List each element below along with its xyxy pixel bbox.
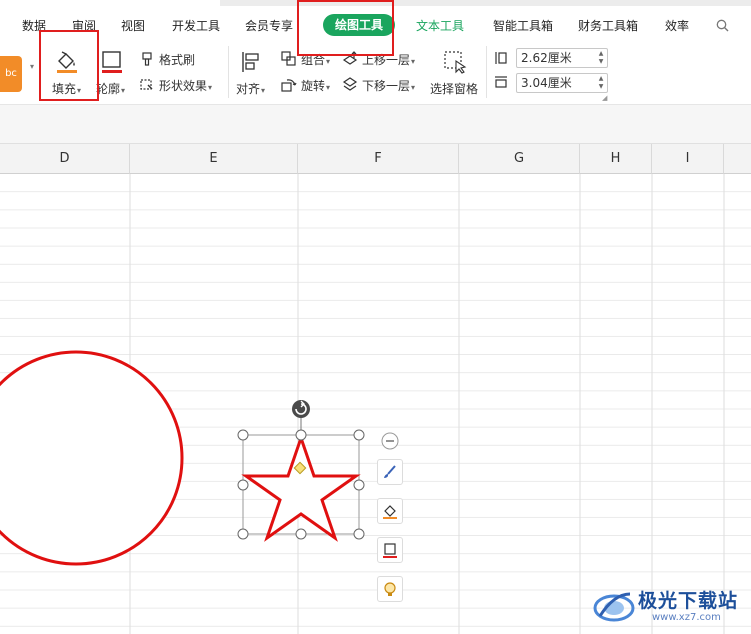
bring-forward-caret: ▾ xyxy=(411,57,416,66)
bring-forward-icon xyxy=(342,51,358,65)
rotate-handle-icon[interactable] xyxy=(292,400,310,418)
paint-bucket-icon xyxy=(57,51,77,73)
tab-smart-toolbox[interactable]: 智能工具箱 xyxy=(493,17,553,35)
align-label: 对齐 xyxy=(236,82,261,96)
rotate-button[interactable]: 旋转▾ xyxy=(281,76,335,94)
tab-efficiency[interactable]: 效率 xyxy=(665,17,689,35)
tab-data[interactable]: 数据 xyxy=(22,17,46,35)
search-icon xyxy=(716,19,729,32)
send-backward-button[interactable]: 下移一层▾ xyxy=(342,76,422,94)
ribbon-separator xyxy=(228,46,229,98)
column-header-f[interactable]: F xyxy=(298,144,459,174)
brush-icon xyxy=(384,465,396,478)
outline-dropdown-caret: ▾ xyxy=(121,86,126,95)
search-button[interactable] xyxy=(716,17,751,35)
align-caret: ▾ xyxy=(261,86,266,95)
quick-outline-button[interactable] xyxy=(377,537,403,563)
group-label: 组合 xyxy=(301,53,326,67)
selection-pane-icon xyxy=(444,51,467,74)
shape-style-sample[interactable]: bc xyxy=(0,56,22,92)
collapse-toolbar-icon[interactable] xyxy=(381,432,399,450)
ribbon-separator xyxy=(486,46,487,98)
group-button[interactable]: 组合▾ xyxy=(281,50,335,68)
send-backward-icon xyxy=(342,77,358,91)
spreadsheet-app: 数据 审阅 视图 开发工具 会员专享 绘图工具 文本工具 智能工具箱 财务工具箱… xyxy=(0,0,751,634)
formula-bar-area xyxy=(0,104,751,144)
fill-label: 填充 xyxy=(52,82,77,96)
column-header-h[interactable]: H xyxy=(580,144,652,174)
shape-effect-label: 形状效果 xyxy=(159,79,208,93)
shape-width-input[interactable]: 3.04厘米 ▲ ▼ xyxy=(516,73,608,93)
outline-label: 轮廓 xyxy=(96,82,121,96)
group-caret: ▾ xyxy=(326,57,331,66)
lightbulb-icon xyxy=(384,582,396,596)
paint-bucket-icon xyxy=(383,505,397,519)
quick-idea-button[interactable] xyxy=(377,576,403,602)
tab-review[interactable]: 审阅 xyxy=(72,17,96,35)
format-brush-icon xyxy=(142,52,152,66)
shape-effect-button[interactable]: 形状效果▾ xyxy=(140,76,220,94)
format-brush-label: 格式刷 xyxy=(159,53,196,67)
tab-member[interactable]: 会员专享 xyxy=(245,17,293,35)
column-header-e[interactable]: E xyxy=(130,144,298,174)
tab-view[interactable]: 视图 xyxy=(121,17,145,35)
height-spinner-arrows[interactable]: ▲ ▼ xyxy=(597,50,605,66)
star-shape[interactable] xyxy=(241,433,361,542)
quick-style-button[interactable] xyxy=(377,459,403,485)
selection-pane-button[interactable]: 选择窗格 xyxy=(428,46,482,100)
quick-fill-button[interactable] xyxy=(377,498,403,524)
shape-effect-caret: ▾ xyxy=(208,83,213,92)
send-backward-label: 下移一层 xyxy=(362,79,411,93)
shape-effect-icon xyxy=(140,79,153,90)
fill-dropdown-caret: ▾ xyxy=(77,86,82,95)
circle-shape[interactable] xyxy=(0,344,200,574)
star-shape-selection[interactable] xyxy=(232,398,372,558)
site-watermark: 极光下载站 www.xz7.com xyxy=(592,584,751,628)
ribbon-toolbar: bc ▾ 填充▾ 轮廓▾ 格式刷 形状效果▾ 对齐▾ 组合▾ 旋转▾ 上移一层▾… xyxy=(0,44,751,104)
shape-height-input[interactable]: 2.62厘米 ▲ ▼ xyxy=(516,48,608,68)
outline-icon xyxy=(102,51,122,73)
outline-button[interactable]: 轮廓▾ xyxy=(94,46,130,100)
watermark-url: www.xz7.com xyxy=(652,612,721,623)
rotate-icon xyxy=(281,79,297,92)
shape-width-value: 3.04厘米 xyxy=(521,76,572,90)
rotate-label: 旋转 xyxy=(301,79,326,93)
size-dialog-launcher[interactable]: ◢ xyxy=(602,94,607,102)
watermark-text: 极光下载站 xyxy=(638,590,739,612)
tab-text-tools[interactable]: 文本工具 xyxy=(416,17,464,35)
shape-height-value: 2.62厘米 xyxy=(521,51,572,65)
watermark-logo-icon xyxy=(593,592,635,622)
align-icon xyxy=(242,52,259,72)
ribbon-separator xyxy=(40,46,41,98)
selection-pane-label: 选择窗格 xyxy=(430,82,479,96)
tab-developer[interactable]: 开发工具 xyxy=(172,17,220,35)
menu-bar: 数据 审阅 视图 开发工具 会员专享 绘图工具 文本工具 智能工具箱 财务工具箱… xyxy=(0,0,751,44)
send-backward-caret: ▾ xyxy=(411,83,416,92)
title-strip xyxy=(220,0,751,6)
column-header-next[interactable] xyxy=(724,144,751,174)
rotate-caret: ▾ xyxy=(326,83,331,92)
column-header-g[interactable]: G xyxy=(459,144,580,174)
fill-button[interactable]: 填充▾ xyxy=(46,46,90,100)
worksheet[interactable]: D E F G H I xyxy=(0,144,751,634)
bring-forward-label: 上移一层 xyxy=(362,53,411,67)
shape-width-icon xyxy=(495,76,507,88)
shape-height-icon xyxy=(495,52,507,64)
width-spinner-arrows[interactable]: ▲ ▼ xyxy=(597,75,605,91)
tab-drawing-tools[interactable]: 绘图工具 xyxy=(323,14,396,36)
outline-icon xyxy=(383,543,397,558)
group-icon xyxy=(281,51,296,66)
bring-forward-button[interactable]: 上移一层▾ xyxy=(342,50,422,68)
column-header-i[interactable]: I xyxy=(652,144,724,174)
tab-finance-toolbox[interactable]: 财务工具箱 xyxy=(578,17,638,35)
column-header-d[interactable]: D xyxy=(0,144,130,174)
style-more-caret[interactable]: ▾ xyxy=(30,62,34,71)
align-button[interactable]: 对齐▾ xyxy=(234,46,274,100)
